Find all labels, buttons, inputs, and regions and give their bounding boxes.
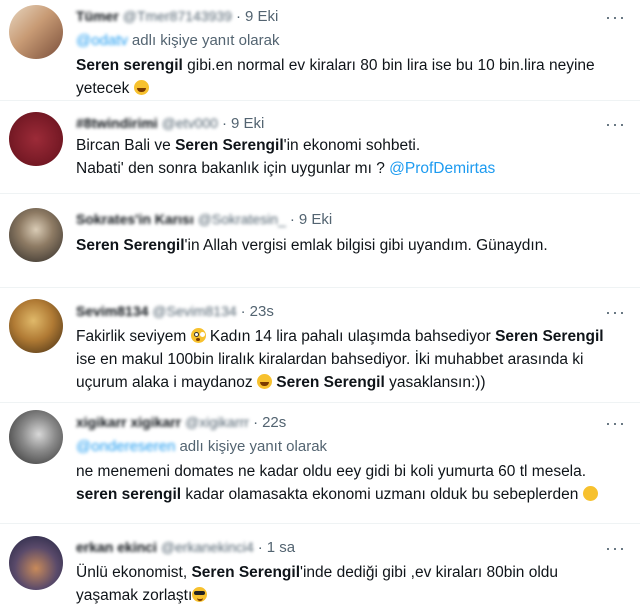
sunglasses-emoji-icon	[192, 587, 208, 602]
author-handle[interactable]: @xigikarrr	[185, 414, 249, 430]
tweet-text: Ünlü ekonomist, Seren Serengil'inde dedi…	[76, 561, 558, 607]
mention-bold: Seren Serengil	[76, 237, 185, 254]
tweet-text: Fakirlik seviyem Kadın 14 lira pahalı ul…	[76, 325, 604, 394]
reply-text: adlı kişiye yanıt olarak	[131, 32, 280, 49]
timestamp[interactable]: 9 Eki	[231, 115, 264, 132]
text-segment: Nabati' den sonra bakanlık için uygunlar…	[76, 160, 390, 177]
author-name[interactable]: #8twindirimi	[76, 115, 158, 131]
mention-bold: Seren Serengil	[495, 328, 604, 345]
author-handle[interactable]: @Sevim8134	[152, 303, 236, 319]
text-segment: ne menemeni domates ne kadar oldu eey gi…	[76, 463, 587, 480]
text-segment: kadar olamasakta ekonomi uzmanı olduk bu…	[181, 486, 579, 503]
dot-separator: ·	[240, 303, 246, 320]
tweet-4[interactable]: Sevim8134 @Sevim8134 · 23s ··· Fakirlik sev…	[0, 295, 640, 405]
timestamp[interactable]: 9 Eki	[299, 211, 332, 228]
reply-context: @ondereseren adlı kişiye yanıt olarak	[76, 438, 327, 455]
tweet-1[interactable]: Tümer @Tmer87143939 · 9 Eki ··· @odatv adlı …	[0, 0, 640, 107]
mention-bold: Seren serengil	[76, 57, 183, 74]
avatar[interactable]	[9, 299, 63, 353]
text-segment: uçurum alaka i maydanoz	[76, 374, 257, 391]
dot-separator: ·	[257, 539, 263, 556]
more-options-icon[interactable]: ···	[605, 115, 626, 133]
divider	[0, 523, 640, 524]
tweet-5[interactable]: xigikarr xigikarr @xigikarrr · 22s ··· @ond…	[0, 410, 640, 520]
dot-separator: ·	[235, 8, 241, 25]
avatar[interactable]	[9, 208, 63, 262]
divider	[0, 287, 640, 288]
timestamp[interactable]: 22s	[262, 414, 286, 431]
timestamp[interactable]: 23s	[250, 303, 274, 320]
mention-bold: Seren Serengil	[175, 137, 284, 154]
author-name[interactable]: Sokrates'in Karısı	[76, 211, 194, 227]
tweet-text: Seren serengil gibi.en normal ev kiralar…	[76, 54, 595, 100]
author-name[interactable]: Tümer	[76, 8, 119, 24]
text-segment: Ünlü ekonomist,	[76, 564, 192, 581]
author-handle[interactable]: @erkanekinci4	[161, 539, 254, 555]
timestamp[interactable]: 9 Eki	[245, 8, 278, 25]
text-segment: 'in ekonomi sohbeti.	[283, 137, 421, 154]
more-options-icon[interactable]: ···	[605, 414, 626, 432]
text-segment: Kadın 14 lira pahalı ulaşımda bahsediyor	[205, 328, 496, 345]
timestamp[interactable]: 1 sa	[267, 539, 295, 556]
dot-separator: ·	[253, 414, 259, 431]
reply-mention[interactable]: @ondereseren	[76, 438, 175, 455]
tweet-text: ne menemeni domates ne kadar oldu eey gi…	[76, 460, 598, 506]
text-segment: yaşamak zorlaştı	[76, 587, 193, 604]
author-name[interactable]: Sevim8134	[76, 303, 148, 319]
avatar[interactable]	[9, 112, 63, 166]
flushed-face-emoji-icon	[190, 328, 206, 343]
tweet-6[interactable]: erkan ekinci @erkanekinci4 · 1 sa ··· Ünlü …	[0, 530, 640, 609]
text-segment: gibi.en normal ev kiraları 80 bin lira i…	[182, 57, 595, 74]
author-name[interactable]: erkan ekinci	[76, 539, 157, 555]
tweet-3[interactable]: Sokrates'in Karısı @Sokratesin_ · 9 Eki Ser…	[0, 200, 640, 280]
grinning-sweat-emoji-icon	[133, 80, 149, 95]
avatar[interactable]	[9, 536, 63, 590]
more-options-icon[interactable]: ···	[605, 303, 626, 321]
avatar[interactable]	[9, 5, 63, 59]
dot-separator: ·	[221, 115, 227, 132]
text-segment: Fakirlik seviyem	[76, 328, 191, 345]
reply-text: adlı kişiye yanıt olarak	[179, 438, 328, 455]
divider	[0, 402, 640, 403]
text-segment: yetecek	[76, 80, 130, 97]
mention-bold: Seren Serengil	[276, 374, 385, 391]
author-name[interactable]: xigikarr xigikarr	[76, 414, 181, 430]
divider	[0, 193, 640, 194]
divider	[0, 100, 640, 101]
mention-link[interactable]: @ProfDemirtas	[389, 160, 495, 177]
tweet-2[interactable]: #8twindirimi @etv000 · 9 Eki ··· Bircan Bal…	[0, 107, 640, 195]
reply-context: @odatv adlı kişiye yanıt olarak	[76, 32, 280, 49]
author-handle[interactable]: @Sokratesin_	[198, 211, 286, 227]
more-options-icon[interactable]: ···	[605, 8, 626, 26]
reply-mention[interactable]: @odatv	[76, 32, 128, 49]
winking-emoji-icon	[582, 486, 598, 501]
text-segment: 'inde dediği gibi ,ev kiraları 80bin old…	[300, 564, 559, 581]
avatar[interactable]	[9, 410, 63, 464]
dot-separator: ·	[289, 211, 295, 228]
mention-bold: seren serengil	[76, 486, 182, 503]
text-segment: ise en makul 100bin liralık kiralardan b…	[76, 351, 584, 368]
text-segment: yasaklansın:))	[384, 374, 486, 391]
author-handle[interactable]: @etv000	[162, 115, 218, 131]
grinning-sweat-emoji-icon	[256, 374, 272, 389]
text-segment: Bircan Bali ve	[76, 137, 176, 154]
text-segment: 'in Allah vergisi emlak bilgisi gibi uya…	[184, 237, 548, 254]
tweet-text: Bircan Bali ve Seren Serengil'in ekonomi…	[76, 134, 495, 180]
more-options-icon[interactable]: ···	[605, 539, 626, 557]
tweet-text: Seren Serengil'in Allah vergisi emlak bi…	[76, 234, 548, 257]
author-handle[interactable]: @Tmer87143939	[123, 8, 232, 24]
mention-bold: Seren Serengil	[191, 564, 300, 581]
